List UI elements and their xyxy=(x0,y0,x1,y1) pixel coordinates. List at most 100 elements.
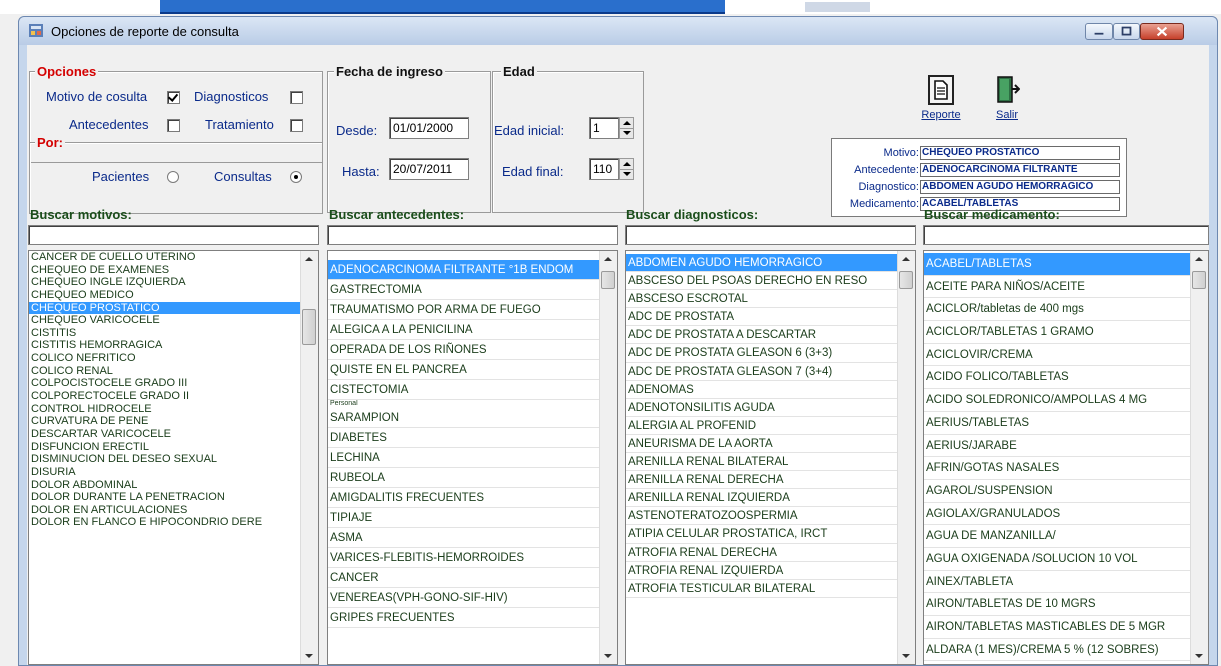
motivos-search-input[interactable] xyxy=(28,225,319,245)
antecedentes-list-item[interactable]: GRIPES FRECUENTES xyxy=(328,608,600,628)
antecedentes-list-item[interactable]: ALEGICA A LA PENICILINA xyxy=(328,320,600,340)
scroll-up-arrow-icon[interactable] xyxy=(1195,257,1203,261)
scroll-up-arrow-icon[interactable] xyxy=(305,257,313,261)
motivo-checkbox-label[interactable]: Motivo de cosulta xyxy=(46,89,147,104)
diagnosticos-list-item[interactable]: ABSCESO ESCROTAL xyxy=(626,290,898,309)
motivos-list-item[interactable]: CURVATURA DE PENE xyxy=(29,415,301,428)
motivos-list-item[interactable]: CHEQUEO PROSTATICO xyxy=(29,301,301,315)
antecedentes-list-item[interactable]: GASTRECTOMIA xyxy=(328,280,600,300)
edad-inicial-input[interactable]: 1 xyxy=(589,117,619,139)
motivos-list-item[interactable]: DESCARTAR VARICOCELE xyxy=(29,428,301,441)
motivos-list-item[interactable]: CHEQUEO INGLE IZQUIERDA xyxy=(29,276,301,289)
diagnosticos-checkbox-label[interactable]: Diagnosticos xyxy=(194,89,268,104)
diagnosticos-list-item[interactable]: ADC DE PROSTATA GLEASON 6 (3+3) xyxy=(626,344,898,363)
diagnosticos-list[interactable]: ABDOMEN AGUDO HEMORRAGICO ABSCESO DEL PSO… xyxy=(625,250,916,665)
scroll-down-arrow-icon[interactable] xyxy=(902,654,910,658)
antecedentes-list-item[interactable]: AMIGDALITIS FRECUENTES xyxy=(328,488,600,508)
motivos-list-item[interactable]: DOLOR EN ARTICULACIONES xyxy=(29,504,301,517)
maximize-button[interactable] xyxy=(1113,23,1140,40)
motivos-list-item[interactable]: CONTROL HIDROCELE xyxy=(29,403,301,416)
edad-inicial-spinner[interactable] xyxy=(619,117,634,139)
diagnosticos-search-input[interactable] xyxy=(625,225,916,245)
medicamento-list-item[interactable]: AGUA DE MANZANILLA/ xyxy=(924,525,1191,548)
diagnosticos-list-item[interactable]: ALERGIA AL PROFENID xyxy=(626,417,898,435)
motivos-list-item[interactable]: CANCER DE CUELLO UTERINO xyxy=(29,251,301,264)
diagnosticos-list-item[interactable]: ATROFIA TESTICULAR BILATERAL xyxy=(626,580,898,598)
motivos-list-item[interactable]: CHEQUEO DE EXAMENES xyxy=(29,264,301,277)
motivos-list-item[interactable]: CISTITIS xyxy=(29,327,301,340)
antecedentes-list-item[interactable]: VENEREAS(VPH-GONO-SIF-HIV) xyxy=(328,588,600,608)
spinner-down-button[interactable] xyxy=(620,169,633,179)
medicamento-list-item[interactable]: AIRON/TABLETAS MASTICABLES DE 5 MGR xyxy=(924,616,1191,639)
antecedentes-list[interactable]: ADENOCARCINOMA FILTRANTE °1B ENDOM GASTRE… xyxy=(327,250,618,665)
antecedentes-list-item[interactable]: VARICES-FLEBITIS-HEMORROIDES xyxy=(328,548,600,568)
scroll-up-arrow-icon[interactable] xyxy=(902,257,910,261)
motivos-list-item[interactable]: DISURIA xyxy=(29,466,301,479)
antecedentes-checkbox-label[interactable]: Antecedentes xyxy=(69,117,149,132)
diagnosticos-list-item[interactable]: ABDOMEN AGUDO HEMORRAGICO xyxy=(626,254,898,273)
antecedentes-list-item[interactable]: QUISTE EN EL PANCREA xyxy=(328,360,600,380)
medicamento-search-input[interactable] xyxy=(923,225,1209,245)
medicamento-list-item[interactable]: ACICLOR/TABLETAS 1 GRAMO xyxy=(924,321,1191,344)
medicamento-list-item[interactable]: ACICLOR/tabletas de 400 mgs xyxy=(924,298,1191,322)
medicamento-list-item[interactable]: ACICLOVIR/CREMA xyxy=(924,344,1191,367)
consultas-radio-label[interactable]: Consultas xyxy=(214,169,272,184)
diagnosticos-list-item[interactable]: ATROFIA RENAL DERECHA xyxy=(626,544,898,562)
consultas-radio[interactable] xyxy=(290,171,302,183)
diagnosticos-list-item[interactable]: ADC DE PROSTATA xyxy=(626,308,898,327)
scroll-thumb[interactable] xyxy=(1192,271,1206,289)
motivos-list-item[interactable]: COLPORECTOCELE GRADO II xyxy=(29,390,301,403)
hasta-date-input[interactable]: 20/07/2011 xyxy=(389,158,469,180)
medicamento-list-item[interactable]: AINEX/TABLETA xyxy=(924,571,1191,594)
medicamento-scrollbar[interactable] xyxy=(1190,251,1208,664)
medicamento-list-item[interactable]: AGAROL/SUSPENSION xyxy=(924,480,1191,503)
diagnosticos-list-item[interactable]: ATIPIA CELULAR PROSTATICA, IRCT xyxy=(626,525,898,544)
close-button[interactable] xyxy=(1140,23,1184,40)
medicamento-list-item[interactable]: ACABEL/TABLETAS xyxy=(924,253,1191,276)
scroll-thumb[interactable] xyxy=(302,309,316,345)
antecedentes-list-item[interactable]: CANCER xyxy=(328,568,600,588)
scroll-thumb[interactable] xyxy=(899,271,913,289)
motivos-list-item[interactable]: CHEQUEO VARICOCELE xyxy=(29,314,301,327)
scroll-down-arrow-icon[interactable] xyxy=(305,654,313,658)
reporte-button[interactable]: Reporte xyxy=(916,75,966,121)
motivos-list-item[interactable]: COLPOCISTOCELE GRADO III xyxy=(29,377,301,390)
medicamento-list-item[interactable]: AGUA OXIGENADA /SOLUCION 10 VOL xyxy=(924,548,1191,571)
medicamento-list-item[interactable]: AFRIN/GOTAS NASALES xyxy=(924,457,1191,480)
antecedentes-list-item[interactable]: ASMA xyxy=(328,528,600,548)
motivos-list-item[interactable]: DOLOR DURANTE LA PENETRACION xyxy=(29,491,301,504)
medicamento-list-item[interactable]: AERIUS/TABLETAS xyxy=(924,412,1191,435)
diagnosticos-list-item[interactable]: ABSCESO DEL PSOAS DERECHO EN RESO xyxy=(626,272,898,291)
motivos-list-item[interactable]: CISTITIS HEMORRAGICA xyxy=(29,339,301,352)
motivos-scrollbar[interactable] xyxy=(300,251,318,664)
antecedentes-list-item[interactable]: DIABETES xyxy=(328,428,600,448)
diagnosticos-checkbox[interactable] xyxy=(290,91,303,104)
minimize-button[interactable] xyxy=(1085,23,1113,40)
medicamento-list-item[interactable]: ACIDO SOLEDRONICO/AMPOLLAS 4 MG xyxy=(924,389,1191,412)
title-bar[interactable]: Opciones de reporte de consulta xyxy=(19,17,1217,45)
medicamento-list-item[interactable]: ACIDO FOLICO/TABLETAS xyxy=(924,366,1191,390)
desde-date-input[interactable]: 01/01/2000 xyxy=(389,117,469,139)
scroll-down-arrow-icon[interactable] xyxy=(604,654,612,658)
antecedentes-list-item[interactable]: SARAMPION xyxy=(328,408,600,428)
antecedentes-search-input[interactable] xyxy=(327,225,618,245)
antecedentes-list-item[interactable]: CISTECTOMIA xyxy=(328,380,600,400)
pacientes-radio[interactable] xyxy=(167,171,179,183)
antecedentes-list-item[interactable]: OPERADA DE LOS RIÑONES xyxy=(328,340,600,360)
pacientes-radio-label[interactable]: Pacientes xyxy=(92,169,149,184)
diagnosticos-list-item[interactable]: ADC DE PROSTATA GLEASON 7 (3+4) xyxy=(626,363,898,381)
diagnosticos-list-item[interactable]: ADENOMAS xyxy=(626,381,898,399)
antecedentes-list-item[interactable]: TIPIAJE xyxy=(328,508,600,528)
antecedentes-checkbox[interactable] xyxy=(167,119,180,132)
diagnosticos-list-item[interactable]: ARENILLA RENAL IZQUIERDA xyxy=(626,489,898,508)
scroll-up-arrow-icon[interactable] xyxy=(604,257,612,261)
motivos-list-item[interactable]: COLICO NEFRITICO xyxy=(29,352,301,365)
scroll-down-arrow-icon[interactable] xyxy=(1195,654,1203,658)
diagnosticos-list-item[interactable]: ANEURISMA DE LA AORTA xyxy=(626,435,898,454)
medicamento-list-item[interactable]: AERIUS/JARABE xyxy=(924,435,1191,458)
motivos-list-item[interactable]: DISMINUCION DEL DESEO SEXUAL xyxy=(29,453,301,466)
diagnosticos-list-item[interactable]: ADENOTONSILITIS AGUDA xyxy=(626,399,898,417)
edad-final-spinner[interactable] xyxy=(619,158,634,180)
diagnosticos-list-item[interactable]: ATROFIA RENAL IZQUIERDA xyxy=(626,562,898,580)
antecedentes-list-item[interactable]: LECHINA xyxy=(328,448,600,468)
